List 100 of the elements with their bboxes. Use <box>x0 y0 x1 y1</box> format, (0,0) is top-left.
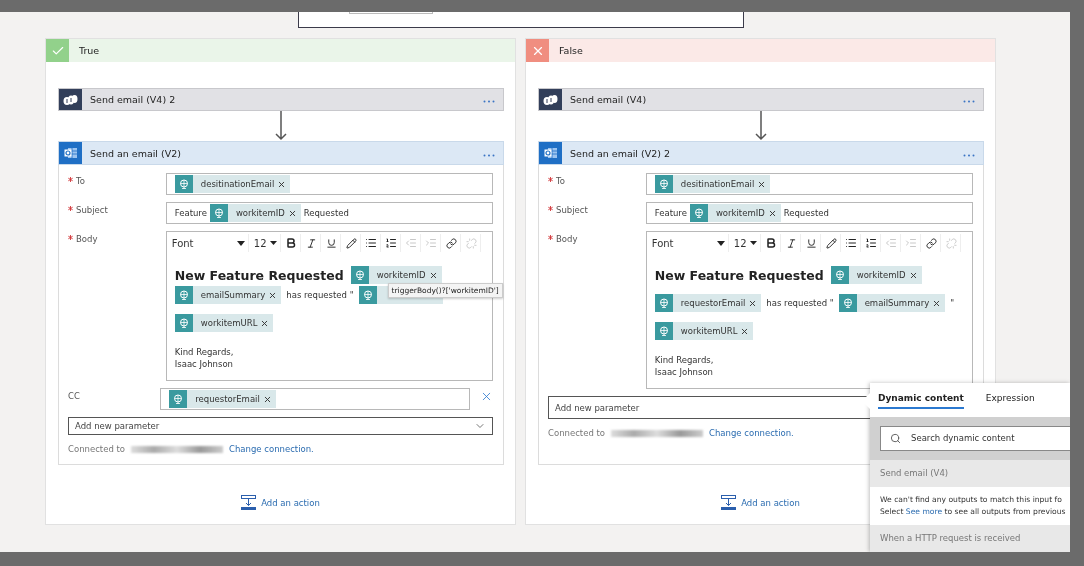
action-title: Send an email (V2) <box>90 147 182 159</box>
action-title: Send an email (V2) 2 <box>570 147 672 159</box>
change-connection-link[interactable]: Change connection. <box>229 444 314 454</box>
caret-icon <box>716 240 725 246</box>
close-icon[interactable] <box>740 326 750 336</box>
email-heading: New Feature Requested <box>654 267 824 283</box>
caret-icon <box>749 241 757 245</box>
close-icon[interactable] <box>260 318 270 328</box>
close-icon[interactable] <box>287 208 297 218</box>
connection-label: Connected to <box>68 444 125 454</box>
connection-label: Connected to <box>548 428 605 438</box>
connector-logo-icon <box>543 93 558 106</box>
globe-icon <box>362 290 373 300</box>
section-header: When a HTTP request is received <box>870 524 1070 552</box>
globe-icon <box>178 290 189 300</box>
caret-icon <box>236 240 245 246</box>
globe-icon <box>178 318 189 328</box>
branch-title: True <box>79 45 100 56</box>
token-chip[interactable]: desitinationEmail <box>654 175 771 193</box>
token-chip[interactable]: emailSummary <box>174 286 282 304</box>
close-icon[interactable] <box>767 208 777 218</box>
search-icon <box>890 432 901 444</box>
field-label: Subject <box>68 202 166 215</box>
action-title: Send email (V4) 2 <box>90 94 177 105</box>
token-chip[interactable]: requestorEmail <box>169 390 276 408</box>
change-connection-link[interactable]: Change connection. <box>709 428 794 438</box>
globe-icon <box>658 326 669 336</box>
close-icon[interactable] <box>748 298 758 308</box>
action-card[interactable]: Send an email (V2) <box>58 141 504 165</box>
field-label: CC <box>68 390 81 401</box>
action-card[interactable]: Send email (V4) <box>538 88 984 111</box>
field-label: Body <box>548 231 646 244</box>
globe-icon <box>658 179 669 189</box>
parameter-dropdown[interactable]: Add new parameter <box>68 417 493 435</box>
size-select[interactable]: 12 <box>250 234 281 252</box>
body-text: " <box>950 298 955 308</box>
token-field[interactable]: requestorEmail <box>160 388 470 410</box>
section-header: Send email (V4) <box>870 459 1070 487</box>
close-icon[interactable] <box>277 179 287 189</box>
add-action-link[interactable]: Add an action <box>241 495 320 510</box>
add-step-icon <box>241 495 257 510</box>
body-editor[interactable]: Font 12 New Feature Requested workitemID requestorEmail has requested " emailSummary " workitemURL Kind Regards, Isaac Johnson <box>645 231 973 389</box>
globe-icon <box>213 208 224 218</box>
close-icon[interactable] <box>262 394 272 404</box>
action-card[interactable]: Send email (V4) 2 <box>58 88 504 111</box>
field-label: To <box>68 173 166 186</box>
token-field[interactable]: Feature workitemID Requested <box>165 202 493 224</box>
close-icon[interactable] <box>757 179 767 189</box>
token-chip[interactable]: desitinationEmail <box>174 175 291 193</box>
globe-icon <box>693 208 704 218</box>
close-icon[interactable] <box>268 290 278 300</box>
globe-icon <box>354 270 365 280</box>
globe-icon <box>834 270 845 280</box>
body-text: Feature <box>654 208 687 218</box>
globe-icon <box>842 298 853 308</box>
token-chip[interactable]: workitemURL <box>174 314 274 332</box>
token-chip[interactable]: workitemID <box>830 266 922 284</box>
action-card[interactable] <box>298 12 744 28</box>
connector-logo-icon <box>63 93 78 106</box>
caret-icon <box>269 241 277 245</box>
arrow-icon <box>755 111 767 141</box>
panel-tab[interactable]: Dynamic content <box>878 393 964 409</box>
body-text: has requested " <box>766 298 834 308</box>
size-select[interactable]: 12 <box>730 234 761 252</box>
close-icon[interactable] <box>908 270 918 280</box>
add-action-link[interactable]: Add an action <box>721 495 800 510</box>
token-field[interactable]: desitinationEmail <box>645 173 973 195</box>
panel-tab[interactable]: Expression <box>985 393 1035 409</box>
email-heading: New Feature Requested <box>174 267 344 283</box>
field-label: To <box>548 173 646 186</box>
token-field[interactable]: Feature workitemID Requested <box>645 202 973 224</box>
search-field[interactable]: Search dynamic content <box>880 425 1070 451</box>
token-chip[interactable]: workitemURL <box>654 322 754 340</box>
token-chip[interactable]: workitemID <box>350 266 442 284</box>
arrow-icon <box>275 111 287 141</box>
branch-title: False <box>559 45 583 56</box>
close-icon[interactable] <box>428 270 438 280</box>
signature-text: Kind Regards, Isaac Johnson <box>174 346 235 370</box>
signature-text: Kind Regards, Isaac Johnson <box>654 354 715 378</box>
globe-icon <box>658 298 669 308</box>
token-chip[interactable]: requestorEmail <box>654 294 762 312</box>
close-icon[interactable] <box>932 298 942 308</box>
action-title: Send email (V4) <box>570 94 648 105</box>
action-card[interactable]: Send an email (V2) 2 <box>538 141 984 165</box>
mail-grid-icon <box>63 147 78 159</box>
body-text: has requested " <box>286 290 354 300</box>
globe-icon <box>173 394 184 404</box>
token-chip[interactable]: workitemID <box>689 204 781 222</box>
font-select[interactable]: Font <box>648 234 729 252</box>
mail-grid-icon <box>543 147 558 159</box>
font-select[interactable]: Font <box>168 234 249 252</box>
token-chip[interactable]: emailSummary <box>838 294 946 312</box>
body-text: Requested <box>303 208 349 218</box>
field-label: Body <box>68 231 166 244</box>
body-text: Feature <box>174 208 207 218</box>
field-label: Subject <box>548 202 646 215</box>
token-chip[interactable]: workitemID <box>209 204 301 222</box>
token-field[interactable]: desitinationEmail <box>165 173 493 195</box>
body-text: Requested <box>783 208 829 218</box>
globe-icon <box>178 179 189 189</box>
